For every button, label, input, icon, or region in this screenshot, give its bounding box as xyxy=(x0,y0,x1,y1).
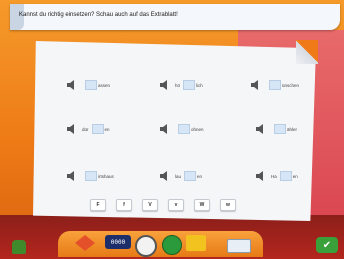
speaker-icon[interactable] xyxy=(160,80,171,90)
letter-tile-V[interactable]: V xyxy=(142,199,158,211)
letter-gap[interactable] xyxy=(274,124,286,134)
letter-tile-F[interactable]: F xyxy=(90,199,106,211)
word-suffix: lich xyxy=(196,82,203,88)
word-prefix: hö xyxy=(175,82,181,88)
speaker-icon[interactable] xyxy=(256,171,267,181)
instruction-text: Kannst du richtig einsetzen? Schau auch … xyxy=(19,12,178,18)
print-icon[interactable] xyxy=(227,239,251,253)
word-item: dür en xyxy=(67,124,110,134)
gauge-icon[interactable] xyxy=(135,235,157,257)
word-suffix: ohnen xyxy=(191,126,204,132)
speaker-icon[interactable] xyxy=(67,80,78,90)
word-suffix: ähler xyxy=(287,126,298,132)
eye-icon[interactable] xyxy=(162,235,182,255)
letter-gap[interactable] xyxy=(183,80,196,90)
counter-display: 0000 xyxy=(105,235,131,249)
word-item: Ha en xyxy=(256,171,298,181)
speaker-icon[interactable] xyxy=(67,171,78,181)
word-suffix: ünschen xyxy=(282,82,300,88)
bars-icon[interactable] xyxy=(186,235,206,251)
word-prefix: dür xyxy=(82,126,89,132)
paper-curl xyxy=(296,40,318,64)
speaker-icon[interactable] xyxy=(160,124,171,134)
speaker-icon[interactable] xyxy=(251,80,262,90)
word-item: ohnen xyxy=(160,124,204,134)
bottle-icon[interactable] xyxy=(12,240,26,254)
word-item: lau en xyxy=(160,171,202,181)
word-suffix: assen xyxy=(98,82,111,88)
letter-tiles: F f V v W w xyxy=(90,199,236,211)
word-item: hö lich xyxy=(160,80,203,90)
letter-gap[interactable] xyxy=(269,80,281,90)
word-suffix: en xyxy=(292,173,298,179)
letter-tile-w[interactable]: w xyxy=(220,199,236,211)
speaker-icon[interactable] xyxy=(256,124,267,134)
word-item: assen xyxy=(67,80,110,90)
letter-gap[interactable] xyxy=(178,124,190,134)
letter-gap[interactable] xyxy=(85,171,97,181)
letter-tile-v[interactable]: v xyxy=(168,199,184,211)
word-item: ähler xyxy=(256,124,297,134)
check-icon[interactable]: ✔ xyxy=(316,237,338,253)
word-item: ünschen xyxy=(251,80,299,90)
word-suffix: en xyxy=(104,126,110,132)
letter-tile-f[interactable]: f xyxy=(116,199,132,211)
speaker-icon[interactable] xyxy=(67,124,78,134)
word-prefix: Ha xyxy=(271,173,277,179)
speaker-icon[interactable] xyxy=(160,171,171,181)
letter-gap[interactable] xyxy=(91,124,104,134)
word-prefix: lau xyxy=(175,173,182,179)
letter-gap[interactable] xyxy=(184,171,197,181)
word-suffix: en xyxy=(197,173,203,179)
letter-gap[interactable] xyxy=(85,80,97,90)
word-suffix: irtshaus xyxy=(98,173,114,179)
letter-tile-W[interactable]: W xyxy=(194,199,210,211)
word-item: irtshaus xyxy=(67,171,114,181)
letter-gap[interactable] xyxy=(279,171,292,181)
